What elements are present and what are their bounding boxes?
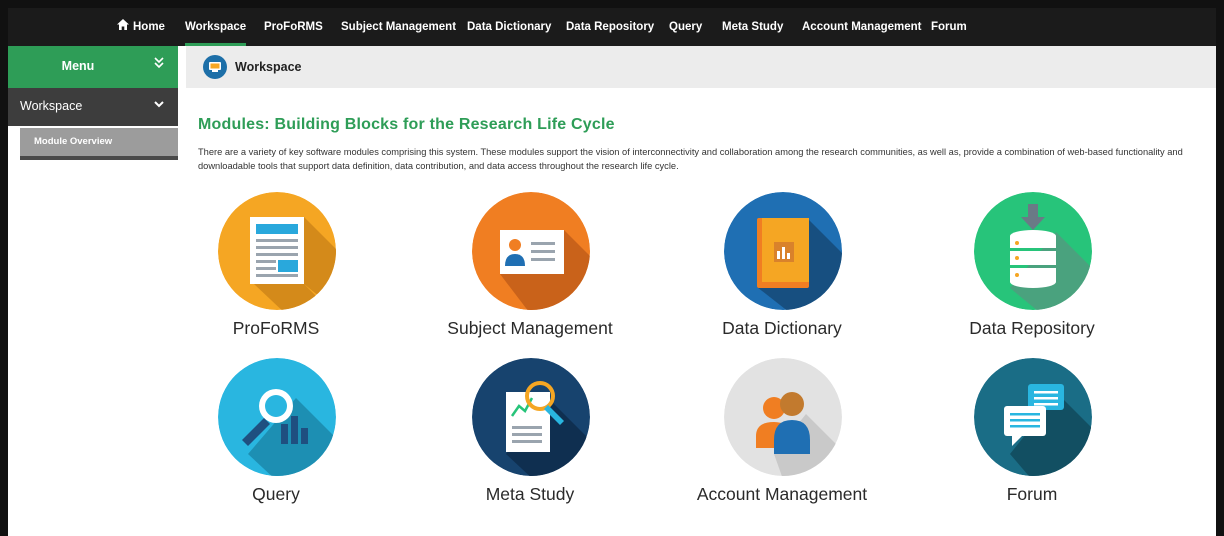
forms-icon <box>218 192 336 310</box>
module-data-repository[interactable]: Data Repository <box>932 192 1132 362</box>
module-proforms[interactable]: ProFoRMS <box>176 192 376 362</box>
module-query[interactable]: Query <box>176 358 376 528</box>
users-icon <box>724 358 842 476</box>
nav-meta-study[interactable]: Meta Study <box>722 8 783 46</box>
id-card-icon <box>472 192 590 310</box>
module-label: Subject Management <box>447 318 613 338</box>
sidebar-item-module-overview[interactable]: Module Overview <box>20 128 178 156</box>
magnifier-chart-icon <box>218 358 336 476</box>
nav-proforms[interactable]: ProFoRMS <box>264 8 323 46</box>
book-icon <box>724 192 842 310</box>
module-label: Meta Study <box>485 484 575 504</box>
nav-account-management[interactable]: Account Management <box>802 8 922 46</box>
module-forum[interactable]: Forum <box>932 358 1132 528</box>
module-label: Data Repository <box>969 318 1095 338</box>
module-label: Account Management <box>696 484 868 504</box>
module-meta-study[interactable]: Meta Study <box>430 358 630 528</box>
module-label: Forum <box>1006 484 1058 504</box>
app-window: Home Workspace ProFoRMS Subject Manageme… <box>0 0 1224 536</box>
nav-home-label: Home <box>133 21 165 34</box>
document-magnifier-icon <box>472 358 590 476</box>
nav-forum[interactable]: Forum <box>931 8 967 46</box>
module-account-management[interactable]: Account Management <box>682 358 882 528</box>
sidebar-menu-header[interactable]: Menu <box>8 46 178 88</box>
chat-bubbles-icon <box>974 358 1092 476</box>
modules-heading: Modules: Building Blocks for the Researc… <box>198 116 615 133</box>
module-subject-management[interactable]: Subject Management <box>430 192 630 362</box>
sidebar-item-label: Workspace <box>20 99 83 113</box>
module-label: Data Dictionary <box>722 318 842 338</box>
module-data-dictionary[interactable]: Data Dictionary <box>682 192 882 362</box>
sidebar-divider <box>20 156 178 160</box>
module-label: Query <box>252 484 300 504</box>
top-nav: Home Workspace ProFoRMS Subject Manageme… <box>8 8 1216 46</box>
module-label: ProFoRMS <box>232 318 320 338</box>
menu-label: Menu <box>61 59 95 73</box>
sidebar-subitem-label: Module Overview <box>34 136 113 147</box>
nav-home[interactable]: Home <box>117 8 165 46</box>
workspace-icon <box>203 55 227 79</box>
modules-intro: There are a variety of key software modu… <box>198 147 1183 171</box>
nav-query[interactable]: Query <box>669 8 702 46</box>
nav-data-dictionary[interactable]: Data Dictionary <box>467 8 551 46</box>
home-icon <box>117 8 129 46</box>
chevron-down-icon <box>154 99 164 111</box>
sidebar: Menu Workspace Module Overview <box>8 46 178 536</box>
nav-subject-management[interactable]: Subject Management <box>341 8 456 46</box>
double-chevron-down-icon[interactable] <box>154 57 164 72</box>
page-title: Workspace <box>235 60 302 74</box>
database-download-icon <box>974 192 1092 310</box>
sidebar-item-workspace[interactable]: Workspace <box>8 88 178 126</box>
nav-workspace[interactable]: Workspace <box>185 8 247 46</box>
nav-data-repository[interactable]: Data Repository <box>566 8 654 46</box>
breadcrumb: Workspace <box>186 46 1216 88</box>
